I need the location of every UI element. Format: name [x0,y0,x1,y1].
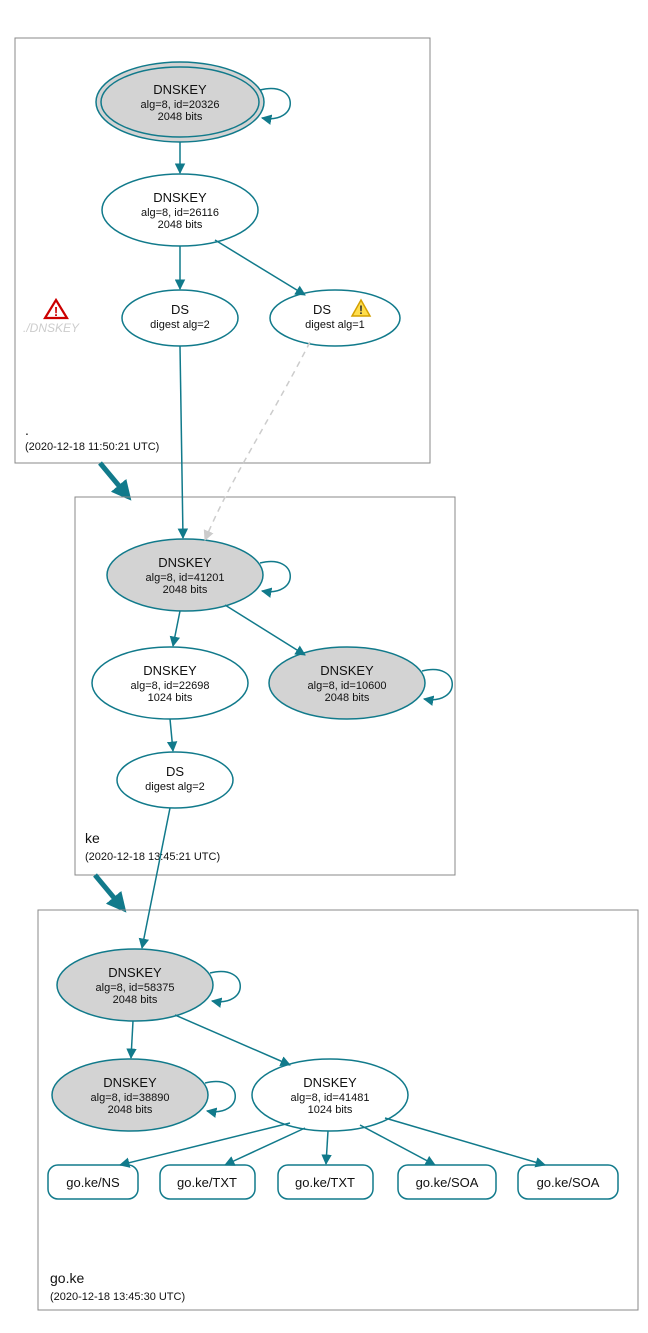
node-dnskey-ke-ksk: DNSKEY alg=8, id=41201 2048 bits [107,539,263,611]
svg-text:DNSKEY: DNSKEY [303,1075,357,1090]
edge-keds-gokeksk [142,808,170,948]
rr-go-ke-soa-2: go.ke/SOA [518,1165,618,1199]
zone-goke-label: go.ke [50,1270,84,1286]
edge-delegation-root-ke [100,463,125,493]
svg-text:DNSKEY: DNSKEY [103,1075,157,1090]
edge-rootzsk-ds1 [215,240,305,295]
zone-ke-ts: (2020-12-18 13:45:21 UTC) [85,851,220,863]
node-ds-ke: DS digest alg=2 [117,752,233,808]
edge-self-ke-10600 [422,670,452,700]
edge-gokeksk-38890 [131,1021,133,1058]
svg-text:alg=8, id=58375: alg=8, id=58375 [96,982,175,994]
rr-go-ke-txt-2: go.ke/TXT [278,1165,373,1199]
svg-text:alg=8, id=26116: alg=8, id=26116 [141,207,219,219]
svg-text:alg=8, id=41201: alg=8, id=41201 [146,572,225,584]
svg-text:alg=8, id=20326: alg=8, id=20326 [141,99,220,111]
svg-text:2048 bits: 2048 bits [158,219,203,231]
edge-self-goke-ksk [210,972,240,1002]
svg-text:2048 bits: 2048 bits [113,994,158,1006]
edge-keksk-kezsk [173,611,180,646]
svg-text:go.ke/SOA: go.ke/SOA [537,1175,600,1190]
edge-self-goke-38890 [205,1082,235,1112]
edge-zsk-txt2 [326,1131,328,1164]
node-dnskey-goke-ksk: DNSKEY alg=8, id=58375 2048 bits [57,949,213,1021]
zone-root-label: . [25,422,29,438]
svg-text:DNSKEY: DNSKEY [158,555,212,570]
edge-ds2-keksk [180,346,183,538]
svg-text:DS: DS [166,764,184,779]
ghost-root-dnskey: ! ./DNSKEY [23,300,80,335]
svg-text:2048 bits: 2048 bits [163,584,208,596]
svg-text:!: ! [359,303,363,317]
svg-text:alg=8, id=38890: alg=8, id=38890 [91,1092,170,1104]
svg-text:DS: DS [313,302,331,317]
rr-go-ke-soa-1: go.ke/SOA [398,1165,496,1199]
svg-text:go.ke/TXT: go.ke/TXT [295,1175,355,1190]
edge-zsk-soa2 [385,1118,545,1165]
svg-text:go.ke/SOA: go.ke/SOA [416,1175,479,1190]
svg-text:alg=8, id=22698: alg=8, id=22698 [131,680,210,692]
svg-text:2048 bits: 2048 bits [325,692,370,704]
svg-text:2048 bits: 2048 bits [158,111,203,123]
node-dnskey-goke-zsk: DNSKEY alg=8, id=41481 1024 bits [252,1059,408,1131]
node-ds-root-alg1: DS digest alg=1 ! [270,290,400,346]
svg-text:DNSKEY: DNSKEY [320,663,374,678]
svg-text:alg=8, id=41481: alg=8, id=41481 [291,1092,370,1104]
edge-gokeksk-zsk [175,1015,290,1065]
svg-text:digest alg=2: digest alg=2 [145,781,205,793]
svg-text:DNSKEY: DNSKEY [153,82,207,97]
node-ds-root-alg2: DS digest alg=2 [122,290,238,346]
node-dnskey-root-ksk: DNSKEY alg=8, id=20326 2048 bits [96,62,264,142]
svg-text:DS: DS [171,302,189,317]
svg-text:2048 bits: 2048 bits [108,1104,153,1116]
zone-goke-ts: (2020-12-18 13:45:30 UTC) [50,1291,185,1303]
svg-text:DNSKEY: DNSKEY [108,965,162,980]
svg-text:go.ke/TXT: go.ke/TXT [177,1175,237,1190]
edge-kezsk-keds [170,719,173,751]
edge-ds1-keksk [205,342,310,540]
svg-text:alg=8, id=10600: alg=8, id=10600 [308,680,387,692]
rr-go-ke-ns: go.ke/NS [48,1165,138,1199]
edge-delegation-ke-goke [95,875,120,905]
svg-text:!: ! [54,304,58,319]
edge-self-ke-ksk [260,562,290,592]
svg-text:digest alg=1: digest alg=1 [305,319,365,331]
edge-keksk-ke10600 [225,605,305,655]
edge-zsk-soa1 [360,1125,435,1165]
node-dnskey-ke-10600: DNSKEY alg=8, id=10600 2048 bits [269,647,425,719]
svg-text:./DNSKEY: ./DNSKEY [23,321,80,335]
zone-ke-label: ke [85,830,100,846]
node-dnskey-root-zsk: DNSKEY alg=8, id=26116 2048 bits [102,174,258,246]
svg-text:DNSKEY: DNSKEY [143,663,197,678]
svg-text:1024 bits: 1024 bits [308,1104,353,1116]
svg-text:DNSKEY: DNSKEY [153,190,207,205]
svg-text:1024 bits: 1024 bits [148,692,193,704]
rr-go-ke-txt-1: go.ke/TXT [160,1165,255,1199]
node-dnskey-ke-zsk: DNSKEY alg=8, id=22698 1024 bits [92,647,248,719]
svg-text:digest alg=2: digest alg=2 [150,319,210,331]
edge-zsk-txt1 [225,1128,305,1165]
svg-text:go.ke/NS: go.ke/NS [66,1175,120,1190]
zone-root-ts: (2020-12-18 11:50:21 UTC) [25,441,159,453]
error-icon: ! [45,300,67,319]
node-dnskey-goke-38890: DNSKEY alg=8, id=38890 2048 bits [52,1059,208,1131]
